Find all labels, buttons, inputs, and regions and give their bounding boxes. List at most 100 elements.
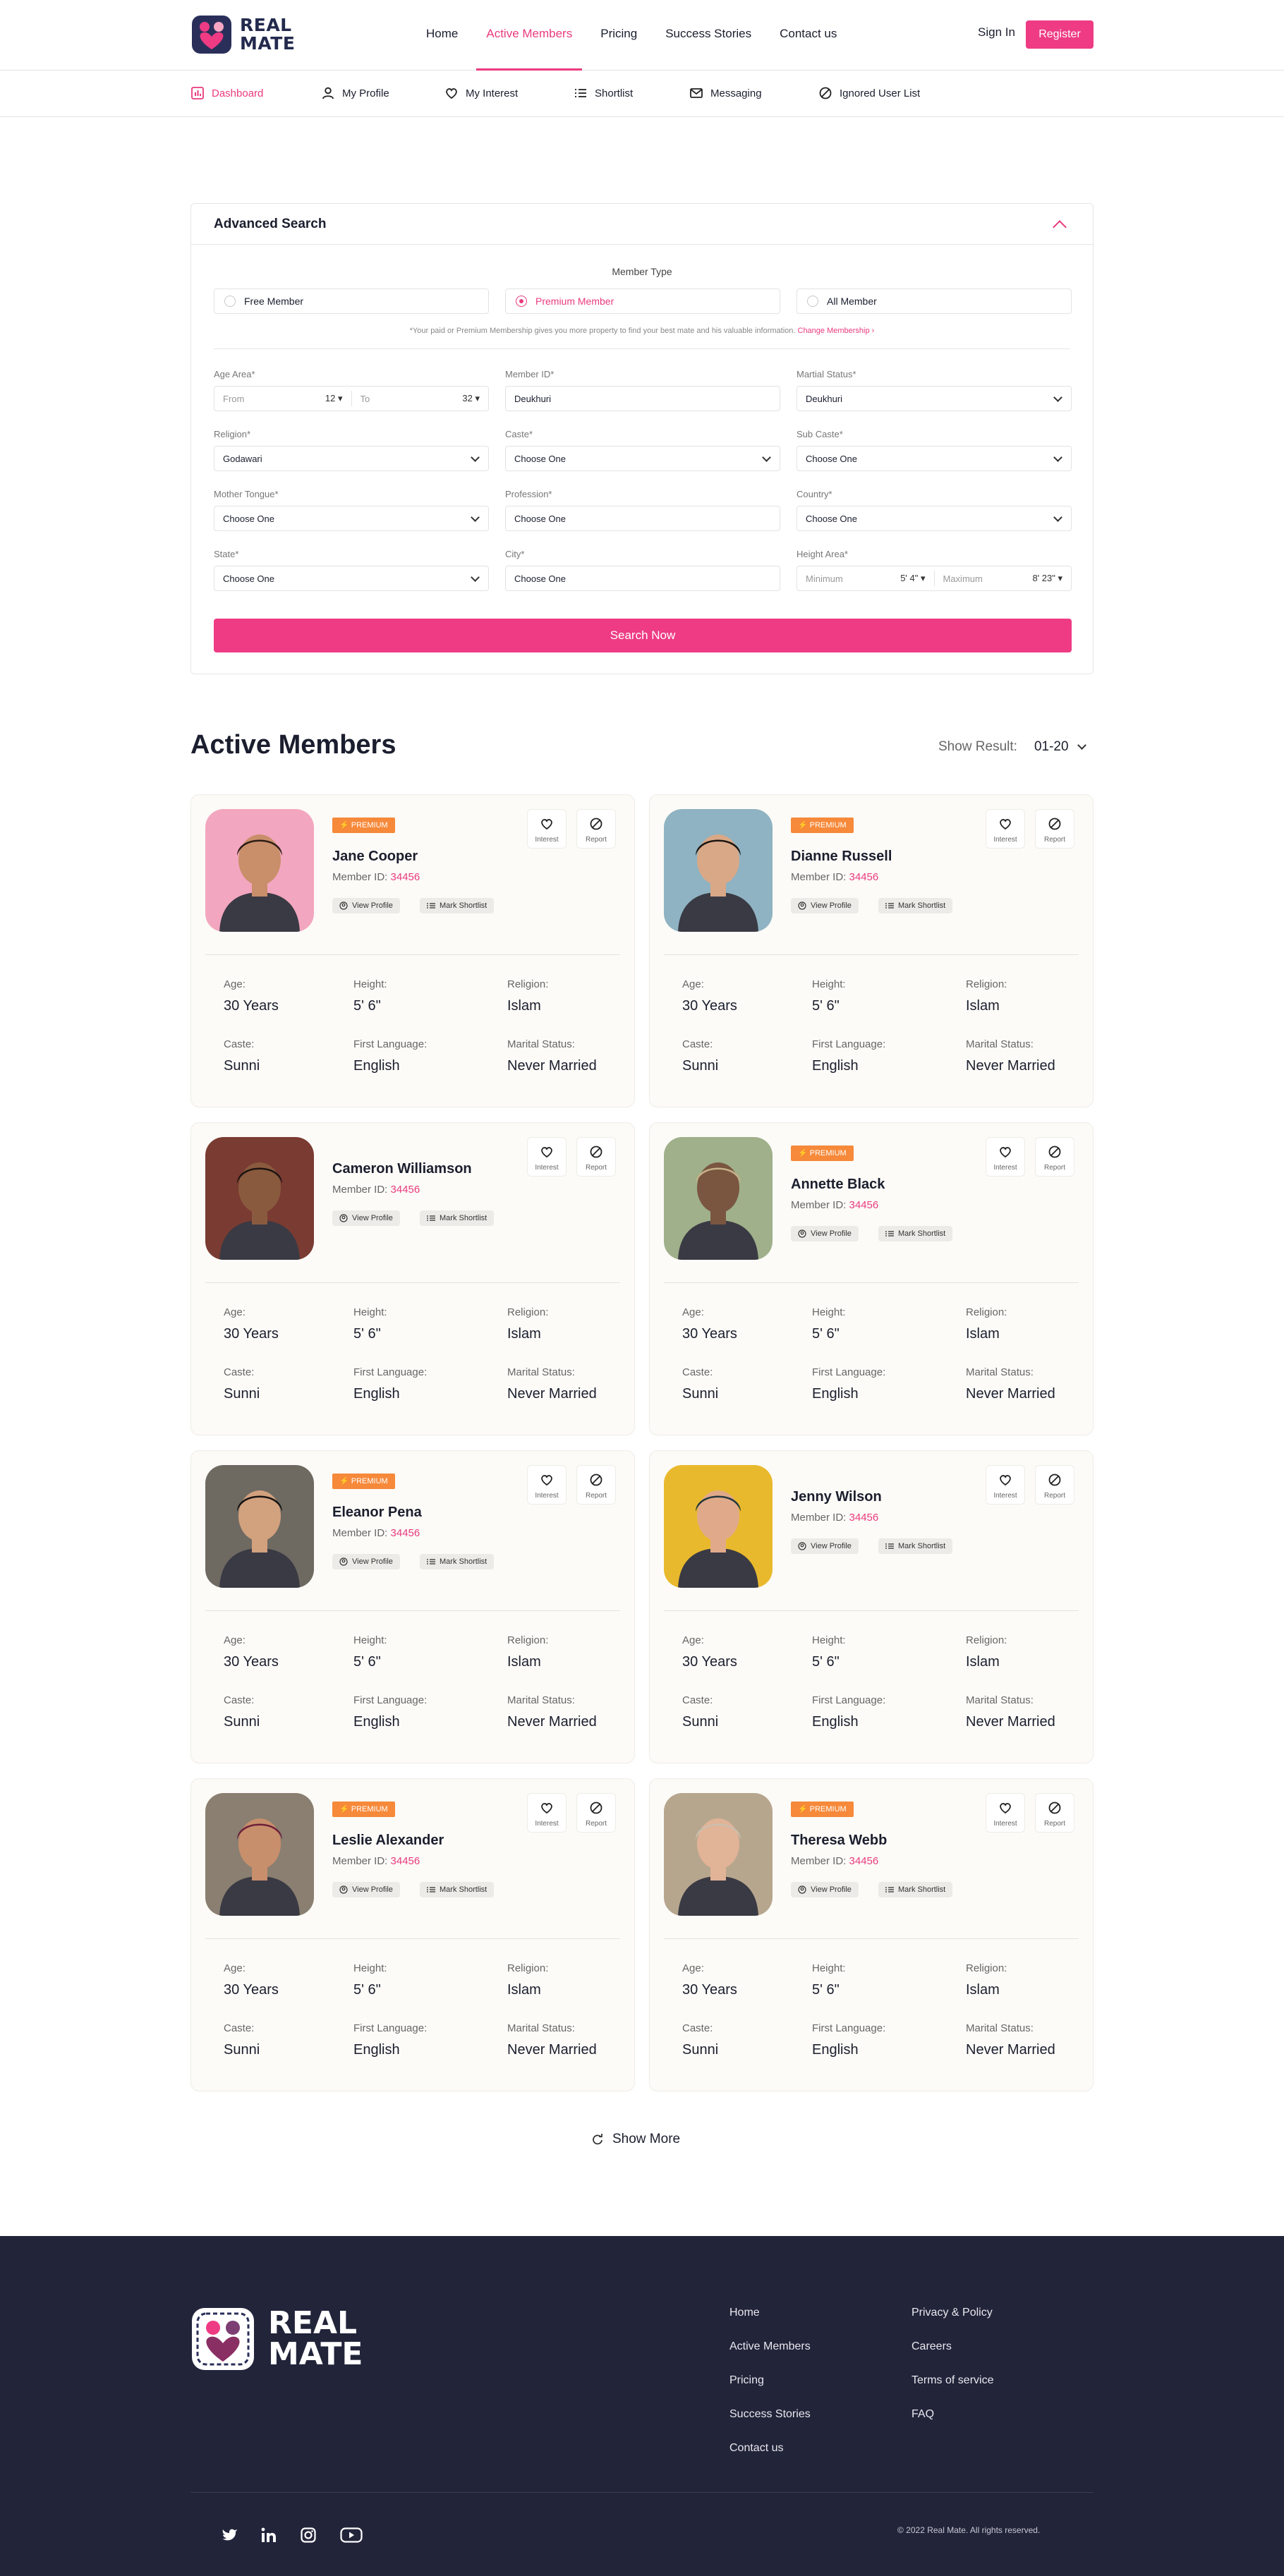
subnav-dashboard[interactable]: Dashboard: [190, 86, 263, 100]
footer-link-terms[interactable]: Terms of service: [911, 2374, 993, 2387]
view-profile-button[interactable]: View Profile: [332, 1882, 400, 1897]
age-range-input[interactable]: From 12 ▾ To 32 ▾: [214, 386, 489, 411]
footer-link-faq[interactable]: FAQ: [911, 2408, 934, 2421]
interest-button[interactable]: Interest: [986, 1137, 1025, 1177]
member-name[interactable]: Eleanor Pena: [332, 1505, 422, 1521]
show-result-select[interactable]: Show Result: 01-20: [938, 739, 1086, 755]
report-button[interactable]: Report: [1035, 1465, 1074, 1505]
member-card[interactable]: ⚡ PREMIUM Leslie Alexander Member ID: 3445…: [190, 1778, 635, 2091]
member-card[interactable]: ⚡ PREMIUM Theresa Webb Member ID: 34456 Vie…: [649, 1778, 1094, 2091]
member-photo[interactable]: [205, 809, 314, 932]
report-button[interactable]: Report: [576, 1137, 616, 1177]
member-photo[interactable]: [205, 1465, 314, 1588]
member-id-input[interactable]: Deukhuri: [505, 386, 780, 411]
nav-active-members[interactable]: Active Members: [476, 0, 583, 71]
view-profile-button[interactable]: View Profile: [791, 1882, 859, 1897]
interest-button[interactable]: Interest: [527, 1137, 567, 1177]
member-photo[interactable]: [664, 1137, 773, 1260]
mark-shortlist-button[interactable]: Mark Shortlist: [420, 898, 495, 913]
mark-shortlist-button[interactable]: Mark Shortlist: [878, 1226, 953, 1241]
caste-select[interactable]: Choose One: [505, 446, 780, 471]
member-name[interactable]: Cameron Williamson: [332, 1161, 472, 1177]
subnav-messaging[interactable]: Messaging: [689, 86, 762, 100]
report-button[interactable]: Report: [576, 1465, 616, 1505]
mother-tongue-select[interactable]: Choose One: [214, 506, 489, 531]
register-button[interactable]: Register: [1026, 20, 1094, 49]
mark-shortlist-button[interactable]: Mark Shortlist: [878, 1538, 953, 1554]
interest-button[interactable]: Interest: [527, 809, 567, 849]
radio-free-member[interactable]: Free Member: [214, 288, 489, 314]
profession-input[interactable]: Choose One: [505, 506, 780, 531]
country-select[interactable]: Choose One: [797, 506, 1072, 531]
report-button[interactable]: Report: [576, 1793, 616, 1833]
report-button[interactable]: Report: [1035, 809, 1074, 849]
brand-logo[interactable]: REAL MATE: [190, 13, 295, 56]
instagram-icon[interactable]: [301, 2527, 316, 2543]
view-profile-button[interactable]: View Profile: [332, 1554, 400, 1569]
footer-link-success-stories[interactable]: Success Stories: [729, 2408, 811, 2421]
search-now-button[interactable]: Search Now: [214, 619, 1072, 652]
member-name[interactable]: Jenny Wilson: [791, 1489, 882, 1505]
sub-caste-select[interactable]: Choose One: [797, 446, 1072, 471]
report-button[interactable]: Report: [1035, 1793, 1074, 1833]
view-profile-button[interactable]: View Profile: [791, 898, 859, 913]
member-name[interactable]: Jane Cooper: [332, 849, 418, 865]
radio-premium-member[interactable]: Premium Member: [505, 288, 780, 314]
footer-link-contact[interactable]: Contact us: [729, 2442, 783, 2455]
twitter-icon[interactable]: [222, 2527, 238, 2543]
member-photo[interactable]: [664, 1465, 773, 1588]
view-profile-button[interactable]: View Profile: [332, 1210, 400, 1226]
state-select[interactable]: Choose One: [214, 566, 489, 591]
member-name[interactable]: Leslie Alexander: [332, 1833, 444, 1849]
mark-shortlist-button[interactable]: Mark Shortlist: [878, 898, 953, 913]
member-card[interactable]: ⚡ PREMIUM Eleanor Pena Member ID: 34456 Vie…: [190, 1450, 635, 1763]
subnav-my-profile[interactable]: My Profile: [321, 86, 389, 100]
member-card[interactable]: Cameron Williamson Member ID: 34456 View P…: [190, 1122, 635, 1435]
mark-shortlist-button[interactable]: Mark Shortlist: [878, 1882, 953, 1897]
youtube-icon[interactable]: [340, 2527, 363, 2543]
nav-home[interactable]: Home: [416, 0, 468, 71]
mark-shortlist-button[interactable]: Mark Shortlist: [420, 1882, 495, 1897]
member-photo[interactable]: [664, 809, 773, 932]
member-card[interactable]: ⚡ PREMIUM Annette Black Member ID: 34456 Vi…: [649, 1122, 1094, 1435]
report-button[interactable]: Report: [1035, 1137, 1074, 1177]
radio-all-member[interactable]: All Member: [797, 288, 1072, 314]
report-button[interactable]: Report: [576, 809, 616, 849]
member-name[interactable]: Annette Black: [791, 1177, 885, 1193]
collapse-chevron-icon[interactable]: [1053, 219, 1067, 234]
interest-button[interactable]: Interest: [527, 1793, 567, 1833]
nav-pricing[interactable]: Pricing: [590, 0, 647, 71]
mark-shortlist-button[interactable]: Mark Shortlist: [420, 1554, 495, 1569]
change-membership-link[interactable]: Change Membership ›: [798, 327, 875, 335]
mark-shortlist-button[interactable]: Mark Shortlist: [420, 1210, 495, 1226]
member-name[interactable]: Theresa Webb: [791, 1833, 887, 1849]
member-photo[interactable]: [664, 1793, 773, 1916]
interest-button[interactable]: Interest: [986, 809, 1025, 849]
member-photo[interactable]: [205, 1137, 314, 1260]
member-name[interactable]: Dianne Russell: [791, 849, 892, 865]
footer-link-pricing[interactable]: Pricing: [729, 2374, 764, 2387]
view-profile-button[interactable]: View Profile: [791, 1538, 859, 1554]
marital-status-select[interactable]: Deukhuri: [797, 386, 1072, 411]
member-photo[interactable]: [205, 1793, 314, 1916]
city-input[interactable]: Choose One: [505, 566, 780, 591]
footer-link-active-members[interactable]: Active Members: [729, 2340, 811, 2353]
linkedin-icon[interactable]: [261, 2527, 277, 2543]
view-profile-button[interactable]: View Profile: [791, 1226, 859, 1241]
view-profile-button[interactable]: View Profile: [332, 898, 400, 913]
interest-button[interactable]: Interest: [986, 1465, 1025, 1505]
footer-logo[interactable]: REAL MATE: [190, 2304, 363, 2374]
member-card[interactable]: Jenny Wilson Member ID: 34456 View Profile…: [649, 1450, 1094, 1763]
nav-contact[interactable]: Contact us: [770, 0, 847, 71]
subnav-my-interest[interactable]: My Interest: [444, 86, 518, 100]
height-range-input[interactable]: Minimum 5' 4" ▾ Maximum 8' 23" ▾: [797, 566, 1072, 591]
signin-link[interactable]: Sign In: [978, 25, 1015, 40]
nav-success-stories[interactable]: Success Stories: [655, 0, 761, 71]
advanced-search-header[interactable]: Advanced Search: [191, 204, 1093, 245]
subnav-shortlist[interactable]: Shortlist: [574, 86, 633, 100]
footer-link-home[interactable]: Home: [729, 2307, 760, 2319]
footer-link-careers[interactable]: Careers: [911, 2340, 952, 2353]
footer-link-privacy[interactable]: Privacy & Policy: [911, 2307, 993, 2319]
show-more-button[interactable]: Show More: [591, 2132, 680, 2147]
subnav-ignored-users[interactable]: Ignored User List: [818, 86, 920, 100]
